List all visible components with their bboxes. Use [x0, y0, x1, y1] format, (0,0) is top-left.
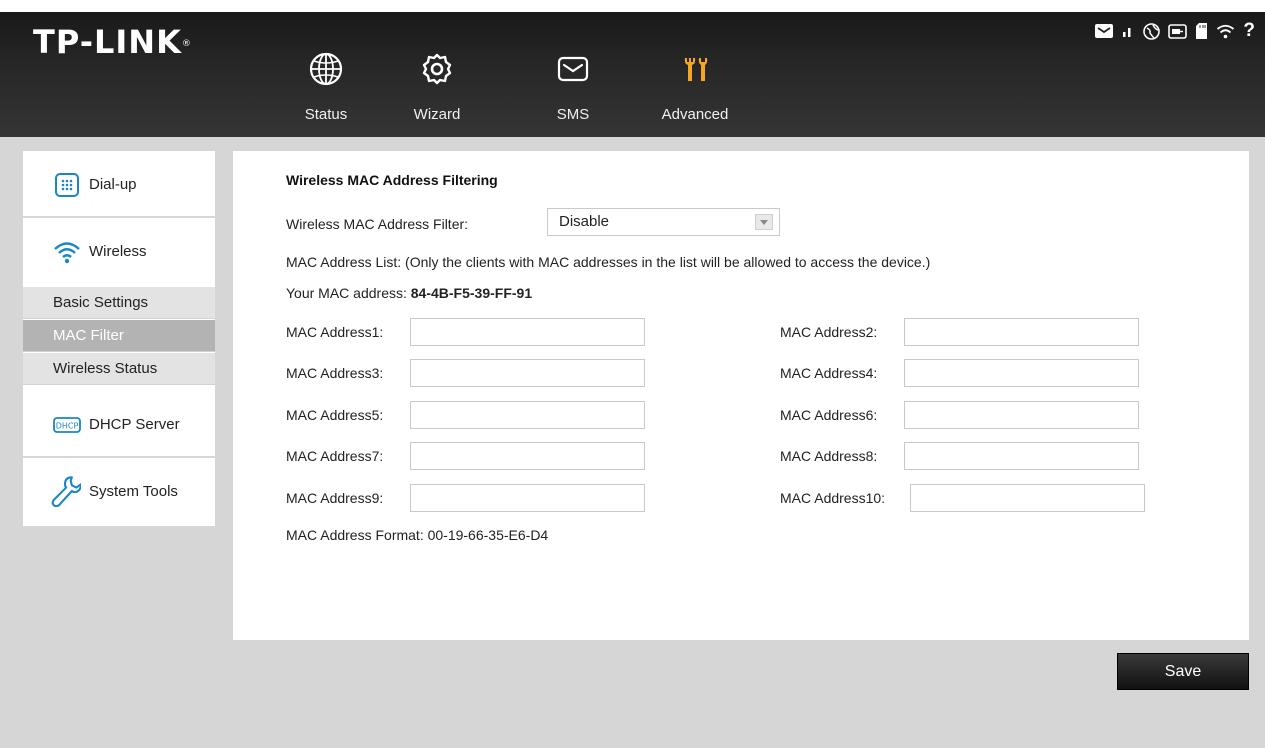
sidebar-sub-basic-settings[interactable]: Basic Settings — [23, 287, 215, 319]
mac-address-10-label: MAC Address10: — [780, 490, 886, 506]
nav-advanced[interactable]: Advanced — [653, 52, 737, 132]
sidebar-item-dhcp-label: DHCP Server — [89, 416, 180, 433]
tools-icon — [684, 58, 708, 81]
sidebar-item-wireless-label: Wireless — [89, 243, 147, 260]
mac-address-9-input[interactable] — [410, 484, 645, 512]
wifi-icon — [1216, 24, 1235, 39]
wifi-icon — [54, 242, 80, 264]
mac-address-4-input[interactable] — [904, 359, 1139, 387]
chevron-down-icon[interactable] — [755, 214, 773, 230]
mac-format-note: MAC Address Format: 00-19-66-35-E6-D4 — [286, 527, 549, 543]
nav-wizard[interactable]: Wizard — [395, 52, 479, 132]
mac-list-note: MAC Address List: (Only the clients with… — [286, 254, 931, 270]
mac-address-9-label: MAC Address9: — [286, 490, 384, 506]
mac-address-8-input[interactable] — [904, 442, 1139, 470]
nav-status-label: Status — [304, 106, 348, 123]
dhcp-icon-text: DHCP — [56, 422, 79, 431]
mac-address-10-input[interactable] — [910, 484, 1145, 512]
sd-card-icon — [1195, 23, 1208, 39]
top-header: TP-LINK® Status Wizard SMS Advanced ? — [0, 0, 1265, 137]
save-button[interactable]: Save — [1117, 653, 1249, 690]
message-icon[interactable] — [1095, 24, 1114, 38]
mac-address-5-label: MAC Address5: — [286, 407, 384, 423]
registered-mark: ® — [181, 39, 191, 49]
battery-icon — [1168, 23, 1188, 39]
filter-label: Wireless MAC Address Filter: — [286, 216, 469, 232]
nav-advanced-label: Advanced — [661, 106, 729, 123]
your-mac-value: 84-4B-F5-39-FF-91 — [410, 285, 533, 301]
logo-text: TP-LINK — [33, 23, 182, 61]
sidebar-item-system-tools[interactable]: System Tools — [23, 458, 215, 525]
globe-status-icon — [1143, 22, 1161, 40]
mac-filter-select[interactable]: Disable — [547, 208, 780, 236]
sidebar: Dial-up Wireless Basic Settings MAC Filt… — [23, 151, 215, 526]
tplink-logo: TP-LINK® — [33, 24, 191, 60]
mac-filter-select-value: Disable — [559, 213, 610, 230]
mac-address-2-input[interactable] — [904, 318, 1139, 346]
mac-address-6-label: MAC Address6: — [780, 407, 878, 423]
sidebar-sub-mac-filter[interactable]: MAC Filter — [23, 320, 215, 352]
dialup-icon — [55, 173, 79, 197]
sidebar-item-dhcp-server[interactable]: DHCP DHCP Server — [23, 391, 215, 458]
signal-icon — [1121, 24, 1135, 38]
mac-address-4-label: MAC Address4: — [780, 365, 878, 381]
mac-address-1-input[interactable] — [410, 318, 645, 346]
mac-address-6-input[interactable] — [904, 401, 1139, 429]
page-title: Wireless MAC Address Filtering — [286, 172, 498, 188]
your-mac-label: Your MAC address: — [286, 285, 407, 301]
mac-address-7-input[interactable] — [410, 442, 645, 470]
nav-sms-label: SMS — [556, 106, 590, 123]
sidebar-item-system-tools-label: System Tools — [89, 483, 178, 500]
dhcp-icon: DHCP — [53, 417, 81, 433]
mac-address-5-input[interactable] — [410, 401, 645, 429]
gear-icon — [422, 53, 452, 85]
help-icon[interactable]: ? — [1243, 21, 1255, 40]
sidebar-item-wireless[interactable]: Wireless — [23, 218, 215, 285]
mac-address-8-label: MAC Address8: — [780, 448, 878, 464]
sidebar-item-dialup[interactable]: Dial-up — [23, 151, 215, 218]
main-content: Wireless MAC Address Filtering Wireless … — [233, 151, 1249, 640]
status-bar: ? — [1095, 20, 1255, 42]
sidebar-item-dialup-label: Dial-up — [89, 176, 137, 193]
nav-wizard-label: Wizard — [413, 106, 461, 123]
globe-icon — [309, 52, 343, 86]
mac-address-2-label: MAC Address2: — [780, 324, 878, 340]
nav-status[interactable]: Status — [284, 52, 368, 132]
sidebar-sub-wireless-status[interactable]: Wireless Status — [23, 353, 215, 385]
mac-address-3-label: MAC Address3: — [286, 365, 384, 381]
wrench-icon — [51, 476, 81, 507]
nav-sms[interactable]: SMS — [531, 52, 615, 132]
your-mac-row: Your MAC address: 84-4B-F5-39-FF-91 — [286, 285, 532, 301]
mac-address-3-input[interactable] — [410, 359, 645, 387]
mac-address-1-label: MAC Address1: — [286, 324, 384, 340]
mac-address-7-label: MAC Address7: — [286, 448, 384, 464]
envelope-icon — [557, 56, 589, 82]
